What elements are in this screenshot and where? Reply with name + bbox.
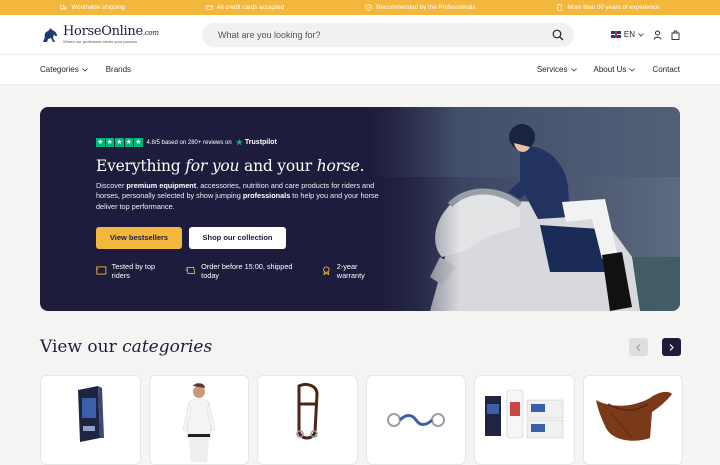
chevron-left-icon bbox=[636, 343, 641, 351]
main-nav: Categories Brands Services About Us Cont… bbox=[0, 55, 720, 85]
chevron-down-icon bbox=[629, 67, 636, 72]
nav-label: Brands bbox=[105, 65, 132, 74]
hero-title: Everything for you and your horse. bbox=[96, 157, 365, 175]
category-card-bridles[interactable] bbox=[257, 375, 358, 465]
chevron-down-icon bbox=[570, 67, 577, 72]
star-icon: ★ bbox=[124, 138, 133, 147]
usp-shipping: Worldwide shipping bbox=[60, 4, 125, 11]
category-carousel bbox=[40, 375, 683, 465]
category-card-supplements[interactable] bbox=[474, 375, 575, 465]
account-icon[interactable] bbox=[653, 30, 662, 40]
nav-label: Contact bbox=[652, 65, 680, 74]
usp-tested: Tested by top riders bbox=[96, 262, 173, 280]
star-icon: ★ bbox=[134, 138, 143, 147]
nav-brands[interactable]: Brands bbox=[106, 65, 131, 74]
usp-recommended: Recommended by the Professionals bbox=[365, 4, 476, 11]
usp-experience: More then 50 years of experience bbox=[556, 4, 660, 11]
nav-label: Categories bbox=[40, 65, 79, 74]
carousel-next-button[interactable] bbox=[662, 338, 681, 356]
fast-delivery-icon bbox=[185, 267, 196, 275]
usp-warranty: 2-year warranty bbox=[321, 262, 386, 280]
shield-icon bbox=[365, 4, 372, 11]
warranty-badge-icon bbox=[323, 266, 330, 276]
category-card-bits[interactable] bbox=[365, 375, 466, 465]
supplements-image bbox=[485, 389, 564, 439]
nav-about-us[interactable]: About Us bbox=[594, 65, 636, 74]
hero-rider-photo bbox=[370, 107, 680, 311]
star-icon: ★ bbox=[105, 138, 114, 147]
nav-categories[interactable]: Categories bbox=[40, 65, 88, 74]
trustpilot-star-icon: ★ bbox=[235, 138, 243, 147]
star-icon: ★ bbox=[115, 138, 124, 147]
site-header: HorseOnline.com Where our profession mee… bbox=[0, 15, 720, 55]
language-selector[interactable]: EN bbox=[610, 30, 644, 39]
category-card-saddles[interactable] bbox=[582, 375, 683, 465]
chevron-down-icon bbox=[638, 32, 644, 37]
usp-cards: All credit cards accepted bbox=[205, 4, 285, 11]
hero-usps: Tested by top riders Order before 15:00,… bbox=[96, 262, 386, 280]
category-card-rider-apparel[interactable] bbox=[148, 375, 249, 465]
hero-description: Discover premium equipment, accessories,… bbox=[96, 181, 379, 211]
usp-label: All credit cards accepted bbox=[216, 4, 285, 11]
truck-icon bbox=[60, 5, 68, 10]
rating-stars: ★ ★ ★ ★ ★ bbox=[96, 138, 143, 147]
horse-bit-image bbox=[386, 413, 445, 427]
usp-shipped-today: Order before 15:00, shipped today bbox=[185, 262, 309, 280]
bridle-image bbox=[296, 382, 319, 440]
carousel-prev-button[interactable] bbox=[629, 338, 648, 356]
language-label: EN bbox=[623, 30, 635, 39]
star-icon: ★ bbox=[96, 138, 105, 147]
usp-label: Recommended by the Professionals bbox=[376, 4, 476, 11]
rating-text: 4.8/5 based on 280+ reviews on bbox=[146, 139, 232, 146]
logo-name: HorseOnline.com bbox=[63, 24, 159, 39]
trustpilot-rating: ★ ★ ★ ★ ★ 4.8/5 based on 280+ reviews on… bbox=[96, 138, 386, 147]
horse-logo-icon bbox=[43, 27, 57, 42]
saddle-image bbox=[595, 391, 672, 441]
hero-banner: ★ ★ ★ ★ ★ 4.8/5 based on 280+ reviews on… bbox=[40, 107, 680, 311]
chevron-down-icon bbox=[81, 67, 88, 72]
ticket-icon bbox=[96, 266, 107, 275]
cart-icon[interactable] bbox=[671, 29, 680, 40]
nav-services[interactable]: Services bbox=[537, 65, 577, 74]
chevron-right-icon bbox=[669, 343, 674, 351]
usp-label: Worldwide shipping bbox=[71, 4, 125, 11]
trustpilot-logo[interactable]: ★ Trustpilot bbox=[236, 138, 277, 147]
search-bar[interactable] bbox=[202, 22, 574, 47]
categories-heading: View our categories bbox=[40, 337, 213, 357]
nav-contact[interactable]: Contact bbox=[652, 65, 680, 74]
site-logo[interactable]: HorseOnline.com Where our profession mee… bbox=[40, 25, 200, 45]
search-icon[interactable] bbox=[552, 29, 564, 41]
logo-tagline: Where our profession meets your passion bbox=[63, 39, 138, 44]
search-input[interactable] bbox=[218, 29, 518, 40]
rider-apparel-image bbox=[182, 383, 216, 462]
category-card-horse-care[interactable] bbox=[40, 375, 141, 465]
product-box-image bbox=[78, 386, 105, 442]
top-usp-bar: Worldwide shipping All credit cards acce… bbox=[0, 0, 720, 15]
usp-label: More then 50 years of experience bbox=[567, 4, 660, 11]
uk-flag-icon bbox=[610, 31, 621, 38]
view-bestsellers-button[interactable]: View bestsellers bbox=[96, 226, 182, 249]
nav-label: Services bbox=[536, 65, 568, 74]
award-icon bbox=[557, 4, 563, 11]
credit-card-icon bbox=[205, 5, 213, 10]
shop-collection-button[interactable]: Shop our collection bbox=[189, 226, 286, 249]
nav-label: About Us bbox=[593, 65, 627, 74]
